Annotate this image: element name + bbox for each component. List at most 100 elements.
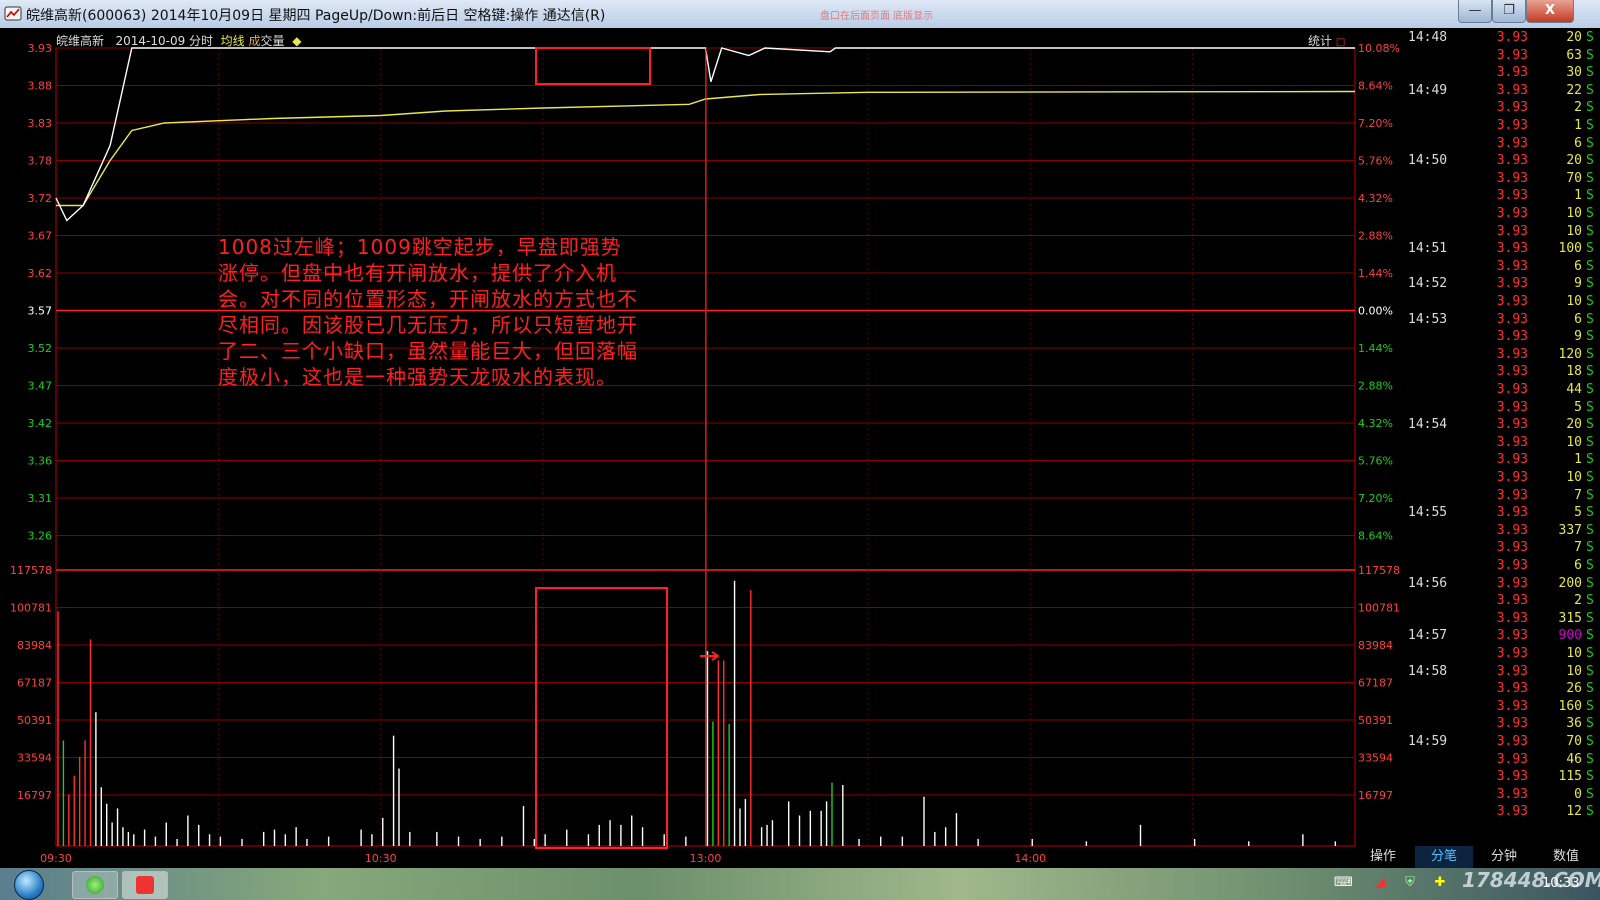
keyboard-icon[interactable]: ⌨ — [1334, 875, 1353, 891]
trade-row: 3.93 115 S — [1404, 769, 1600, 787]
price-tick-label: 3.42 — [28, 417, 53, 430]
shield-icon[interactable]: ⛨ — [1402, 875, 1418, 891]
trade-row: 14:49 3.93 22 S — [1404, 83, 1600, 101]
trade-volume: 1 — [1574, 188, 1582, 204]
trade-price: 3.93 — [1496, 452, 1528, 468]
trade-price: 3.93 — [1496, 487, 1528, 503]
pct-tick-label: 8.64% — [1358, 530, 1393, 543]
trade-price: 3.93 — [1496, 558, 1528, 573]
pct-tick-label: 7.20% — [1358, 117, 1393, 130]
avg-line-legend[interactable]: 均线 — [221, 34, 245, 48]
highlight-box-price — [535, 47, 651, 85]
volume-legend-cheng[interactable]: 成 — [249, 34, 261, 48]
date-mode: 2014-10-09 分时 — [115, 34, 214, 48]
price-tick-label: 3.67 — [28, 230, 53, 243]
trade-side: S — [1586, 65, 1594, 81]
panel-tab[interactable]: 分钟 — [1475, 846, 1533, 868]
trade-side: S — [1586, 452, 1594, 468]
tray-app-icon[interactable]: ◢ — [1372, 875, 1388, 891]
trade-side: S — [1586, 628, 1594, 644]
trade-row: 3.93 0 S — [1404, 787, 1600, 805]
trade-price: 3.93 — [1496, 276, 1528, 292]
trade-price: 3.93 — [1496, 206, 1528, 221]
trade-side: S — [1586, 522, 1594, 538]
volume-tick-label-right: 100781 — [1358, 602, 1400, 615]
trade-price: 3.93 — [1496, 417, 1528, 433]
volume-tick-label: 16797 — [17, 789, 52, 802]
stock-name: 皖维高新 — [56, 34, 105, 48]
trade-volume: 1 — [1574, 452, 1582, 468]
pct-tick-label: 4.32% — [1358, 417, 1393, 430]
trade-side: S — [1586, 751, 1594, 767]
taskbar-app-browser[interactable] — [72, 871, 118, 899]
taskbar-app-tdx[interactable] — [122, 871, 168, 899]
trade-volume: 30 — [1566, 65, 1582, 81]
tick-trades-panel[interactable]: 14:48 3.93 20 S 3.93 63 S 3.93 30 S 14:49 3.93 22 S 3.… — [1404, 28, 1600, 848]
trade-price: 3.93 — [1496, 118, 1528, 133]
trade-price: 3.93 — [1496, 610, 1528, 626]
trade-row: 3.93 44 S — [1404, 382, 1600, 400]
trade-volume: 10 — [1566, 663, 1582, 679]
trade-price: 3.93 — [1496, 135, 1528, 151]
trade-side: S — [1586, 294, 1594, 309]
trade-volume: 9 — [1574, 276, 1582, 292]
trade-volume: 200 — [1558, 575, 1582, 591]
trade-volume: 44 — [1566, 382, 1582, 397]
tray-plus-icon[interactable]: ✚ — [1432, 875, 1448, 891]
close-button[interactable]: X — [1526, 0, 1574, 23]
intraday-chart[interactable]: 3.93 10.08% 3.88 8.64% 3.83 7.20% 3.78 5.76% 3.7… — [0, 28, 1404, 868]
trade-side: S — [1586, 399, 1594, 415]
trade-side: S — [1586, 118, 1594, 133]
panel-tab[interactable]: 操作 — [1355, 846, 1411, 868]
panel-tab[interactable]: 数值 — [1535, 846, 1597, 868]
os-taskbar: ⌨ ◢ ⛨ ✚ 178448.COM 10:33 — [0, 868, 1600, 900]
trade-row: 3.93 315 S — [1404, 611, 1600, 629]
trade-volume: 70 — [1566, 734, 1582, 749]
maximize-button[interactable]: ❐ — [1492, 0, 1526, 23]
trade-row: 3.93 18 S — [1404, 364, 1600, 382]
volume-legend-jiao[interactable]: 交 — [261, 34, 273, 48]
stats-button[interactable]: 统计 □ — [1308, 32, 1345, 49]
trade-time: 14:48 — [1408, 30, 1448, 45]
trade-price: 3.93 — [1496, 382, 1528, 397]
panel-tab[interactable]: 分笔 — [1415, 846, 1473, 868]
trade-side: S — [1586, 769, 1594, 785]
minimize-button[interactable]: — — [1458, 0, 1492, 23]
trade-price: 3.93 — [1496, 170, 1528, 186]
taskbar-clock[interactable]: 10:33 — [1542, 876, 1579, 891]
trade-time: 14:53 — [1408, 311, 1448, 327]
trade-row: 3.93 10 S — [1404, 646, 1600, 664]
indicator-switch-icon[interactable]: ◆ — [292, 34, 301, 48]
price-tick-label: 3.57 — [28, 305, 53, 318]
trade-price: 3.93 — [1496, 294, 1528, 309]
price-tick-label: 3.93 — [28, 42, 53, 55]
trade-price: 3.93 — [1496, 646, 1528, 661]
window-title: 皖维高新(600063) 2014年10月09日 星期四 PageUp/Down… — [26, 8, 606, 24]
trade-price: 3.93 — [1496, 540, 1528, 556]
start-button-icon[interactable] — [14, 870, 44, 900]
trade-side: S — [1586, 47, 1594, 63]
trade-price: 3.93 — [1496, 434, 1528, 450]
trade-time: 14:59 — [1408, 734, 1448, 749]
trade-side: S — [1586, 786, 1594, 802]
trade-price: 3.93 — [1496, 593, 1528, 609]
trade-row: 14:58 3.93 10 S — [1404, 664, 1600, 682]
trade-side: S — [1586, 188, 1594, 204]
trade-row: 3.93 160 S — [1404, 699, 1600, 717]
trade-price: 3.93 — [1496, 470, 1528, 485]
trade-time: 14:50 — [1408, 153, 1448, 169]
price-tick-label: 3.78 — [28, 155, 53, 168]
pct-tick-label: 5.76% — [1358, 455, 1393, 468]
trade-row: 3.93 7 S — [1404, 488, 1600, 506]
trade-price: 3.93 — [1496, 769, 1528, 785]
trade-volume: 26 — [1566, 681, 1582, 697]
trade-row: 14:56 3.93 200 S — [1404, 576, 1600, 594]
pct-tick-label: 8.64% — [1358, 80, 1393, 93]
trade-price: 3.93 — [1496, 734, 1528, 749]
stats-label: 统计 — [1308, 34, 1333, 48]
trade-side: S — [1586, 610, 1594, 626]
volume-legend-liang[interactable]: 量 — [273, 34, 285, 48]
volume-tick-label-right: 50391 — [1358, 714, 1393, 727]
trade-row: 3.93 2 S — [1404, 593, 1600, 611]
trade-row: 14:50 3.93 20 S — [1404, 153, 1600, 171]
